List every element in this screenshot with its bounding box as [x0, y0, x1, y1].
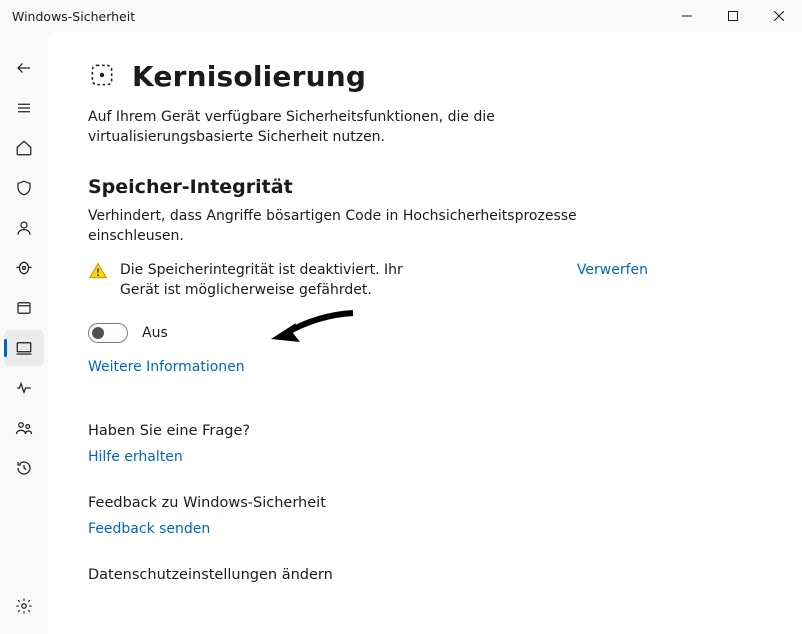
content-area: Kernisolierung Auf Ihrem Gerät verfügbar… — [48, 32, 802, 634]
menu-button[interactable] — [4, 90, 44, 126]
feedback-link[interactable]: Feedback senden — [88, 521, 762, 537]
toggle-state-label: Aus — [142, 325, 168, 341]
more-info-link[interactable]: Weitere Informationen — [88, 359, 762, 375]
nav-firewall[interactable] — [4, 250, 44, 286]
nav-app-browser-control[interactable] — [4, 290, 44, 326]
warning-row: Die Speicherintegrität ist deaktiviert. … — [88, 260, 648, 301]
privacy-heading: Datenschutzeinstellungen ändern — [88, 567, 762, 583]
nav-protection-history[interactable] — [4, 450, 44, 486]
titlebar: Windows-Sicherheit — [0, 0, 802, 32]
back-button[interactable] — [4, 50, 44, 86]
nav-settings[interactable] — [4, 588, 44, 624]
dismiss-link[interactable]: Verwerfen — [577, 260, 648, 278]
help-heading: Haben Sie eine Frage? — [88, 423, 762, 439]
memory-integrity-description: Verhindert, dass Angriffe bösartigen Cod… — [88, 206, 608, 247]
sidebar — [0, 32, 48, 634]
nav-home[interactable] — [4, 130, 44, 166]
page-title: Kernisolierung — [132, 60, 366, 93]
minimize-button[interactable] — [664, 0, 710, 32]
warning-text: Die Speicherintegrität ist deaktiviert. … — [120, 260, 440, 301]
nav-family-options[interactable] — [4, 410, 44, 446]
memory-integrity-toggle[interactable] — [88, 323, 128, 343]
feedback-heading: Feedback zu Windows-Sicherheit — [88, 495, 762, 511]
nav-account-protection[interactable] — [4, 210, 44, 246]
core-isolation-icon — [88, 61, 116, 93]
memory-integrity-heading: Speicher-Integrität — [88, 176, 762, 198]
close-button[interactable] — [756, 0, 802, 32]
nav-device-performance[interactable] — [4, 370, 44, 406]
help-link[interactable]: Hilfe erhalten — [88, 449, 762, 465]
nav-device-security[interactable] — [4, 330, 44, 366]
memory-integrity-toggle-row: Aus — [88, 323, 762, 343]
annotation-arrow-icon — [268, 305, 358, 355]
page-subtitle: Auf Ihrem Gerät verfügbare Sicherheitsfu… — [88, 107, 608, 148]
warning-icon — [88, 261, 108, 281]
maximize-button[interactable] — [710, 0, 756, 32]
nav-virus-protection[interactable] — [4, 170, 44, 206]
window-controls — [664, 0, 802, 32]
window-title: Windows-Sicherheit — [12, 9, 135, 24]
